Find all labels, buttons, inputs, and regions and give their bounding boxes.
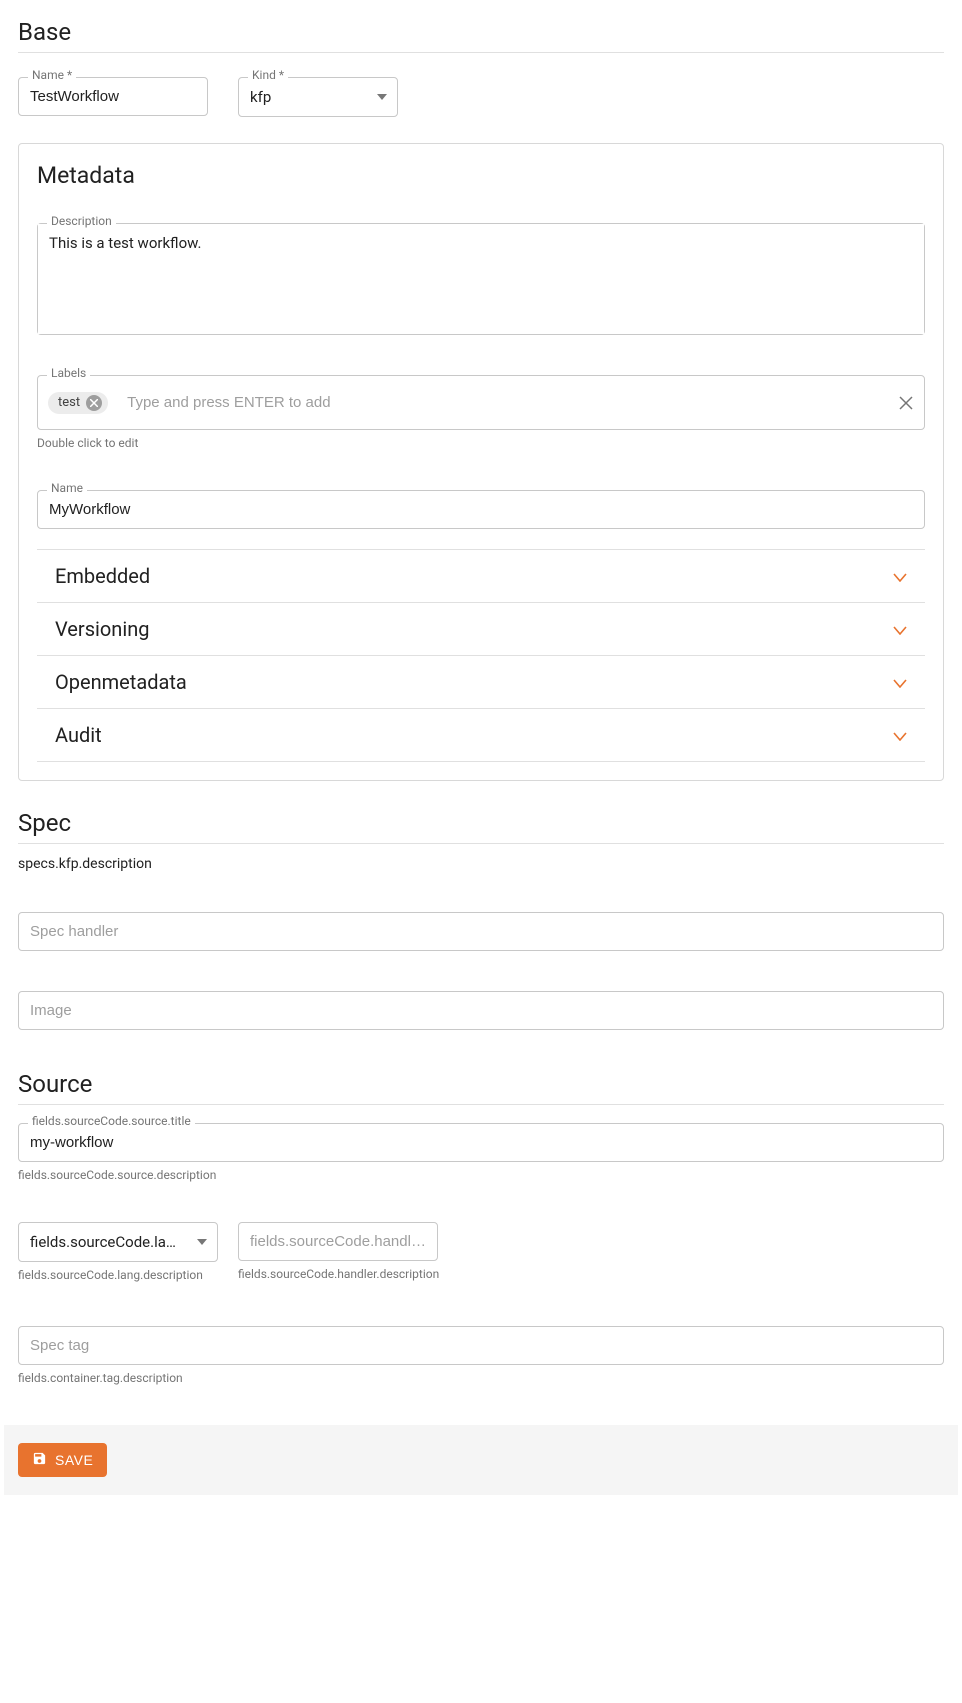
accordion-title: Embedded (55, 564, 150, 588)
spec-tag-field[interactable] (18, 1326, 944, 1365)
chevron-down-icon[interactable] (367, 94, 397, 100)
accordion-versioning[interactable]: Versioning (37, 602, 925, 655)
spec-tag-helper: fields.container.tag.description (18, 1371, 944, 1385)
source-title-helper: fields.sourceCode.source.description (18, 1168, 944, 1182)
name-input[interactable] (19, 78, 207, 115)
accordion-embedded[interactable]: Embedded (37, 549, 925, 602)
source-lang-placeholder: fields.sourceCode.lang.t… (19, 1223, 187, 1261)
save-button-label: SAVE (55, 1452, 93, 1468)
accordion-openmetadata[interactable]: Openmetadata (37, 655, 925, 708)
spec-handler-input[interactable] (19, 913, 943, 950)
section-title-source: Source (18, 1070, 944, 1098)
chevron-down-icon[interactable] (893, 726, 907, 745)
metadata-card: Metadata Description This is a test work… (18, 143, 944, 781)
source-handler-helper: fields.sourceCode.handler.description (238, 1267, 439, 1281)
spec-handler-field[interactable] (18, 912, 944, 951)
clear-icon[interactable] (898, 395, 914, 411)
save-button[interactable]: SAVE (18, 1443, 107, 1477)
labels-label: Labels (47, 367, 90, 379)
kind-field[interactable]: Kind * kfp (238, 77, 398, 117)
source-title-field[interactable]: fields.sourceCode.source.title (18, 1123, 944, 1162)
description-label: Description (47, 215, 116, 227)
image-input[interactable] (19, 992, 943, 1029)
chevron-down-icon[interactable] (187, 1239, 217, 1245)
name-field[interactable]: Name * (18, 77, 208, 117)
accordion-title: Openmetadata (55, 670, 187, 694)
footer-bar: SAVE (4, 1425, 958, 1495)
source-title-input[interactable] (19, 1124, 943, 1161)
divider (18, 52, 944, 53)
label-chip[interactable]: test (48, 392, 108, 414)
accordion-title: Versioning (55, 617, 149, 641)
source-lang-helper: fields.sourceCode.lang.description (18, 1268, 218, 1282)
accordion-title: Audit (55, 723, 102, 747)
source-title-label: fields.sourceCode.source.title (28, 1115, 195, 1127)
description-field[interactable]: Description This is a test workflow. (37, 223, 925, 335)
metadata-name-label: Name (47, 482, 87, 494)
accordion-audit[interactable]: Audit (37, 708, 925, 762)
spec-description: specs.kfp.description (18, 856, 944, 872)
source-lang-field[interactable]: fields.sourceCode.lang.t… (18, 1222, 218, 1262)
chevron-down-icon[interactable] (893, 620, 907, 639)
chevron-down-icon[interactable] (893, 567, 907, 586)
description-textarea[interactable]: This is a test workflow. (38, 224, 924, 334)
metadata-name-input[interactable] (38, 491, 924, 528)
name-label: Name * (28, 69, 76, 81)
label-chip-text: test (58, 395, 80, 410)
divider (18, 843, 944, 844)
metadata-name-field[interactable]: Name (37, 490, 925, 529)
kind-label: Kind * (248, 69, 288, 81)
source-handler-field[interactable] (238, 1222, 438, 1261)
labels-helper: Double click to edit (37, 436, 925, 450)
labels-input[interactable] (116, 384, 890, 421)
kind-value: kfp (239, 78, 367, 116)
section-title-spec: Spec (18, 809, 944, 837)
accordion-group: Embedded Versioning Openmetadata Audit (37, 549, 925, 762)
section-title-base: Base (18, 18, 944, 46)
save-icon (32, 1451, 47, 1469)
source-handler-input[interactable] (239, 1223, 437, 1260)
image-field[interactable] (18, 991, 944, 1030)
divider (18, 1104, 944, 1105)
section-title-metadata: Metadata (37, 162, 925, 189)
chevron-down-icon[interactable] (893, 673, 907, 692)
labels-field[interactable]: Labels test (37, 375, 925, 430)
spec-tag-input[interactable] (19, 1327, 943, 1364)
close-icon[interactable] (86, 395, 102, 411)
